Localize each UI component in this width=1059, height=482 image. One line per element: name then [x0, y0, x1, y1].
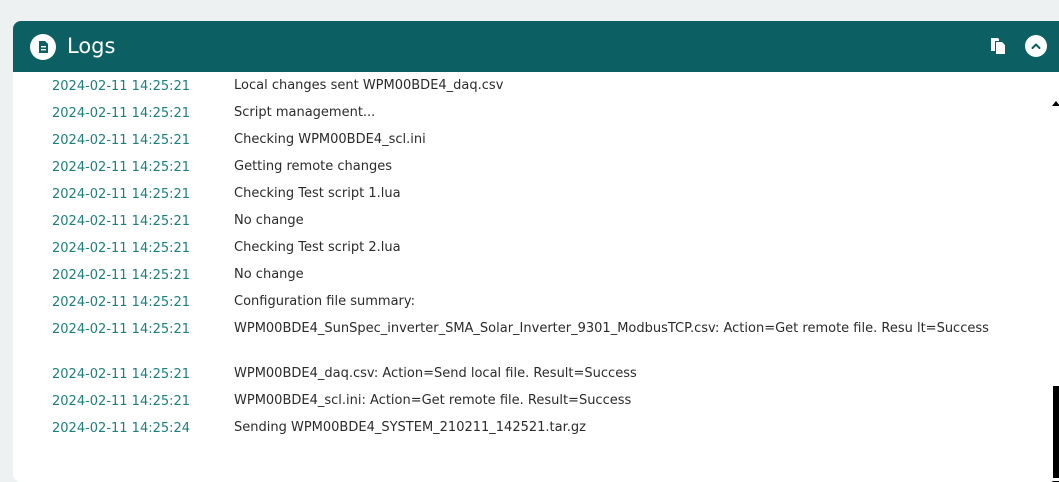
log-timestamp: 2024-02-11 14:25:21 — [52, 322, 191, 337]
logs-app-icon-glyph — [39, 41, 48, 53]
log-timestamp: 2024-02-11 14:25:21 — [52, 133, 191, 148]
log-timestamp: 2024-02-11 14:25:21 — [52, 79, 191, 94]
log-message: WPM00BDE4_daq.csv: Action=Send local fil… — [234, 366, 637, 381]
log-message: No change — [234, 213, 304, 228]
logs-header: Logs — [13, 21, 1059, 72]
log-message: No change — [234, 267, 304, 282]
log-timestamp: 2024-02-11 14:25:21 — [52, 214, 191, 229]
log-message: Script management... — [234, 105, 376, 120]
log-list: 2024-02-11 14:25:21 Local changes sent W… — [13, 72, 1043, 482]
log-message: Local changes sent WPM00BDE4_daq.csv — [234, 78, 504, 93]
scroll-up-arrow-icon[interactable] — [1052, 101, 1059, 106]
copy-icon — [991, 38, 1005, 54]
log-message: Sending WPM00BDE4_SYSTEM_210211_142521.t… — [234, 420, 586, 435]
log-timestamp: 2024-02-11 14:25:21 — [52, 187, 191, 202]
log-message: WPM00BDE4_scl.ini: Action=Get remote fil… — [234, 393, 632, 408]
copy-button[interactable] — [987, 35, 1009, 57]
log-timestamp: 2024-02-11 14:25:21 — [52, 106, 191, 121]
log-timestamp: 2024-02-11 14:25:21 — [52, 367, 191, 382]
log-message: WPM00BDE4_SunSpec_inverter_SMA_Solar_Inv… — [234, 321, 989, 336]
collapse-button[interactable] — [1025, 35, 1047, 57]
logs-app-icon — [30, 34, 56, 60]
log-timestamp: 2024-02-11 14:25:21 — [52, 268, 191, 283]
logs-panel: Logs 2024-02-11 14:25:21 Local changes s… — [13, 21, 1059, 482]
log-message: Getting remote changes — [234, 159, 393, 174]
log-timestamp: 2024-02-11 14:25:21 — [52, 241, 191, 256]
scrollbar-thumb[interactable] — [1053, 386, 1059, 478]
log-message: Checking Test script 1.lua — [234, 186, 401, 201]
log-timestamp: 2024-02-11 14:25:21 — [52, 295, 191, 310]
page-title: Logs — [67, 34, 116, 58]
log-timestamp: 2024-02-11 14:25:24 — [52, 421, 191, 436]
log-message: Configuration file summary: — [234, 294, 416, 309]
log-message: Checking Test script 2.lua — [234, 240, 401, 255]
chevron-up-icon — [1031, 43, 1041, 49]
log-timestamp: 2024-02-11 14:25:21 — [52, 394, 191, 409]
log-timestamp: 2024-02-11 14:25:21 — [52, 160, 191, 175]
log-message: Checking WPM00BDE4_scl.ini — [234, 132, 426, 147]
